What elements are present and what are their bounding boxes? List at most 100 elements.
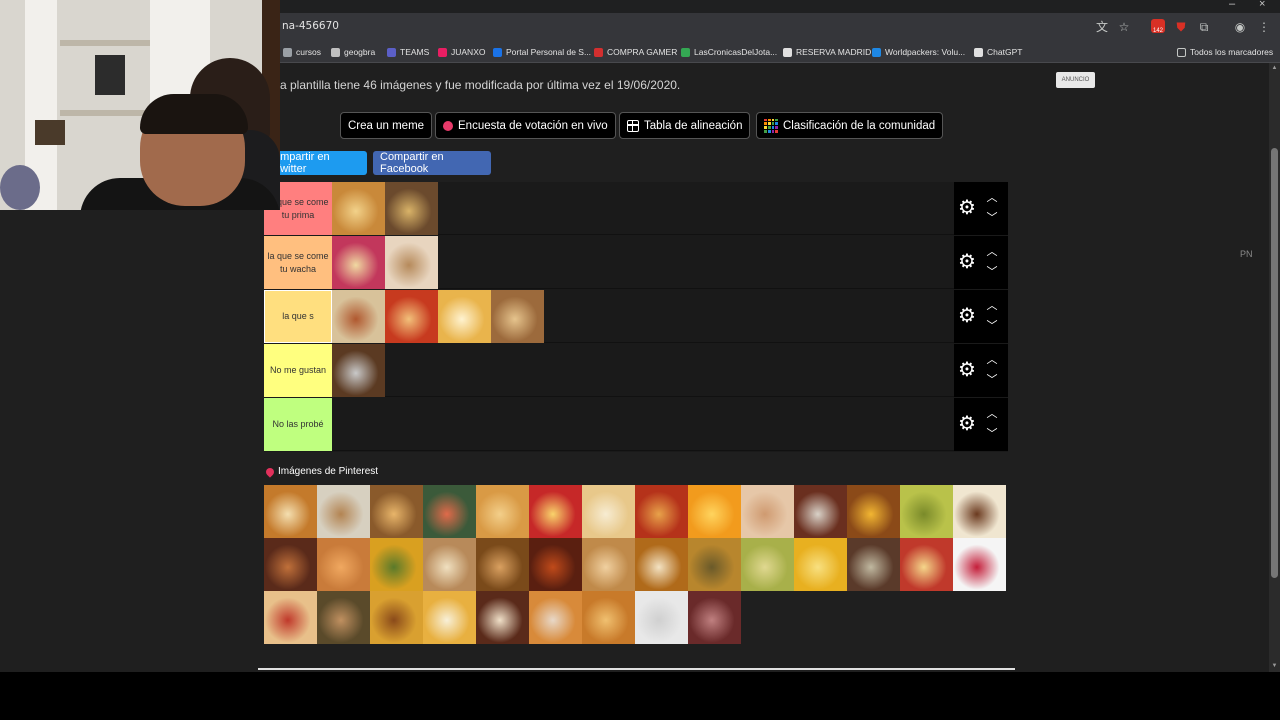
bookmark-3[interactable]: TEAMS [387, 45, 429, 59]
gear-icon[interactable]: ⚙ [958, 360, 976, 380]
tier-row: No me gustan ⚙ ︿ ﹀ [264, 344, 1008, 397]
tier-label[interactable]: No las probé [264, 398, 332, 451]
pool-image[interactable] [688, 591, 741, 644]
pool-image[interactable] [423, 538, 476, 591]
pool-image[interactable] [582, 485, 635, 538]
pool-image[interactable] [317, 538, 370, 591]
chevron-down-icon[interactable]: ﹀ [985, 428, 999, 440]
pool-image[interactable] [370, 485, 423, 538]
gear-icon[interactable]: ⚙ [958, 198, 976, 218]
pool-image[interactable] [529, 538, 582, 591]
pool-image[interactable] [582, 538, 635, 591]
extension-shield-icon[interactable]: ⛊ [1173, 19, 1189, 35]
extensions-puzzle-icon[interactable]: ⧉ [1196, 19, 1212, 35]
tier-label[interactable]: la que s [264, 290, 332, 343]
chevron-down-icon[interactable]: ﹀ [985, 266, 999, 278]
chevron-down-icon[interactable]: ﹀ [985, 320, 999, 332]
extension-icon[interactable]: 142 [1151, 19, 1165, 34]
bookmark-5[interactable]: Portal Personal de S... [493, 45, 591, 59]
all-bookmarks[interactable]: Todos los marcadores [1177, 45, 1273, 59]
pool-image[interactable] [476, 591, 529, 644]
pool-image[interactable] [370, 538, 423, 591]
bookmark-10[interactable]: ChatGPT [974, 45, 1022, 59]
alignment-chart-button[interactable]: Tabla de alineación [619, 112, 751, 139]
gear-icon[interactable]: ⚙ [958, 414, 976, 434]
translate-icon[interactable]: ⽂ [1094, 19, 1110, 35]
food-image[interactable] [491, 290, 544, 343]
pool-image[interactable] [476, 538, 529, 591]
chevron-up-icon[interactable]: ︿ [985, 300, 999, 312]
bookmark-6[interactable]: COMPRA GAMER [594, 45, 677, 59]
pool-image[interactable] [476, 485, 529, 538]
pool-image[interactable] [529, 591, 582, 644]
pool-image[interactable] [741, 538, 794, 591]
puzzle-icon [283, 47, 292, 57]
page-scrollbar[interactable]: ▲ ▼ [1269, 63, 1280, 672]
pool-image[interactable] [794, 538, 847, 591]
share-facebook-button[interactable]: Compartir en Facebook [373, 151, 491, 175]
address-bar[interactable]: na-456670 [282, 20, 339, 32]
minimize-icon[interactable]: – [1229, 0, 1235, 10]
profile-icon[interactable]: ◉ [1232, 19, 1248, 35]
pool-image[interactable] [317, 591, 370, 644]
pool-image[interactable] [635, 485, 688, 538]
create-meme-button[interactable]: Crea un meme [340, 112, 433, 139]
pool-image[interactable] [264, 538, 317, 591]
scroll-thumb[interactable] [1271, 148, 1278, 578]
bookmark-2[interactable]: geogbra [331, 45, 375, 59]
pool-image[interactable] [900, 538, 953, 591]
pool-image[interactable] [688, 538, 741, 591]
food-image[interactable] [385, 182, 438, 235]
bookmark-7[interactable]: LasCronicasDelJota... [681, 45, 777, 59]
close-icon[interactable]: × [1259, 0, 1265, 10]
food-image[interactable] [332, 236, 385, 289]
chevron-up-icon[interactable]: ︿ [985, 246, 999, 258]
pool-image[interactable] [317, 485, 370, 538]
gear-icon[interactable]: ⚙ [958, 252, 976, 272]
pool-image[interactable] [370, 591, 423, 644]
chevron-down-icon[interactable]: ﹀ [985, 212, 999, 224]
food-image[interactable] [438, 290, 491, 343]
pool-image[interactable] [741, 485, 794, 538]
pool-image[interactable] [953, 485, 1006, 538]
food-image[interactable] [332, 290, 385, 343]
pool-image[interactable] [953, 538, 1006, 591]
pool-image[interactable] [264, 485, 317, 538]
gear-icon[interactable]: ⚙ [958, 306, 976, 326]
tier-label[interactable]: No me gustan [264, 344, 332, 397]
chevron-up-icon[interactable]: ︿ [985, 408, 999, 420]
pool-image[interactable] [423, 591, 476, 644]
pool-image[interactable] [688, 485, 741, 538]
pool-image[interactable] [794, 485, 847, 538]
bookmark-label: COMPRA GAMER [607, 47, 678, 57]
pool-image[interactable] [847, 485, 900, 538]
bookmark-9[interactable]: Worldpackers: Volu... [872, 45, 965, 59]
food-image[interactable] [332, 182, 385, 235]
bookmark-8[interactable]: RESERVA MADRID [783, 45, 871, 59]
food-image[interactable] [385, 236, 438, 289]
bookmark-4[interactable]: JUANXO [438, 45, 485, 59]
pool-image[interactable] [900, 485, 953, 538]
bookmark-1[interactable]: cursos [283, 45, 321, 59]
tier-label[interactable]: la que se come tu wacha [264, 236, 332, 289]
pool-image[interactable] [635, 591, 688, 644]
pool-image[interactable] [423, 485, 476, 538]
share-twitter-button[interactable]: ompartir en Twitter [270, 151, 367, 175]
pool-image[interactable] [847, 538, 900, 591]
chevron-up-icon[interactable]: ︿ [985, 354, 999, 366]
live-poll-button[interactable]: Encuesta de votación en vivo [435, 112, 616, 139]
food-image[interactable] [332, 344, 385, 397]
chatgpt-icon [974, 47, 983, 57]
chevron-up-icon[interactable]: ︿ [985, 192, 999, 204]
menu-icon[interactable]: ⋮ [1256, 19, 1272, 35]
pool-image[interactable] [264, 591, 317, 644]
scroll-up-icon[interactable]: ▲ [1271, 65, 1278, 72]
pool-image[interactable] [582, 591, 635, 644]
chevron-down-icon[interactable]: ﹀ [985, 374, 999, 386]
scroll-down-icon[interactable]: ▼ [1271, 663, 1278, 670]
food-image[interactable] [385, 290, 438, 343]
pool-image[interactable] [529, 485, 582, 538]
community-ranking-button[interactable]: Clasificación de la comunidad [756, 112, 944, 139]
bookmark-star-icon[interactable]: ☆ [1116, 19, 1132, 35]
pool-image[interactable] [635, 538, 688, 591]
